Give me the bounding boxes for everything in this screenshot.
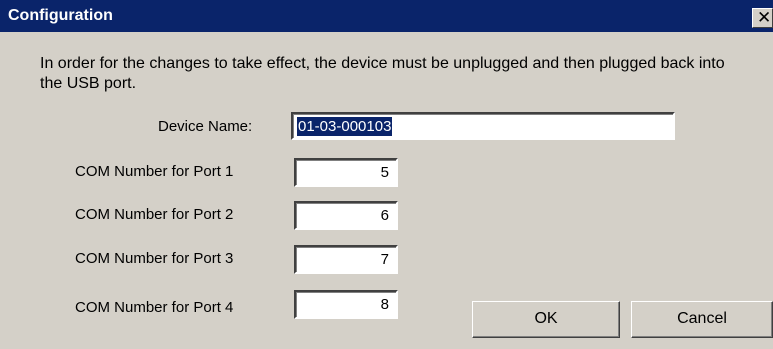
device-name-field[interactable]: 01-03-000103	[291, 112, 675, 140]
port-4-com-value: 8	[380, 296, 389, 313]
port-2-com-value: 6	[380, 207, 389, 224]
port-3-com-value: 7	[380, 251, 389, 268]
configuration-dialog: Configuration ✕ In order for the changes…	[0, 0, 773, 349]
close-icon: ✕	[757, 8, 772, 28]
port-1-label: COM Number for Port 1	[75, 163, 234, 180]
port-2-com-field[interactable]: 6	[294, 201, 398, 230]
instruction-message: In order for the changes to take effect,…	[40, 55, 725, 92]
port-1-com-value: 5	[380, 164, 389, 181]
port-1-com-field[interactable]: 5	[294, 158, 398, 187]
cancel-button[interactable]: Cancel	[631, 301, 773, 338]
device-name-value: 01-03-000103	[297, 117, 393, 136]
ok-button[interactable]: OK	[472, 301, 620, 338]
port-4-com-field[interactable]: 8	[294, 290, 398, 319]
close-button[interactable]: ✕	[752, 8, 773, 28]
port-2-label: COM Number for Port 2	[75, 206, 234, 223]
device-name-label: Device Name:	[158, 118, 253, 135]
title-bar[interactable]: Configuration ✕	[0, 0, 773, 32]
port-4-label: COM Number for Port 4	[75, 299, 234, 316]
window-title: Configuration	[8, 7, 113, 24]
port-3-com-field[interactable]: 7	[294, 245, 398, 274]
port-3-label: COM Number for Port 3	[75, 250, 234, 267]
